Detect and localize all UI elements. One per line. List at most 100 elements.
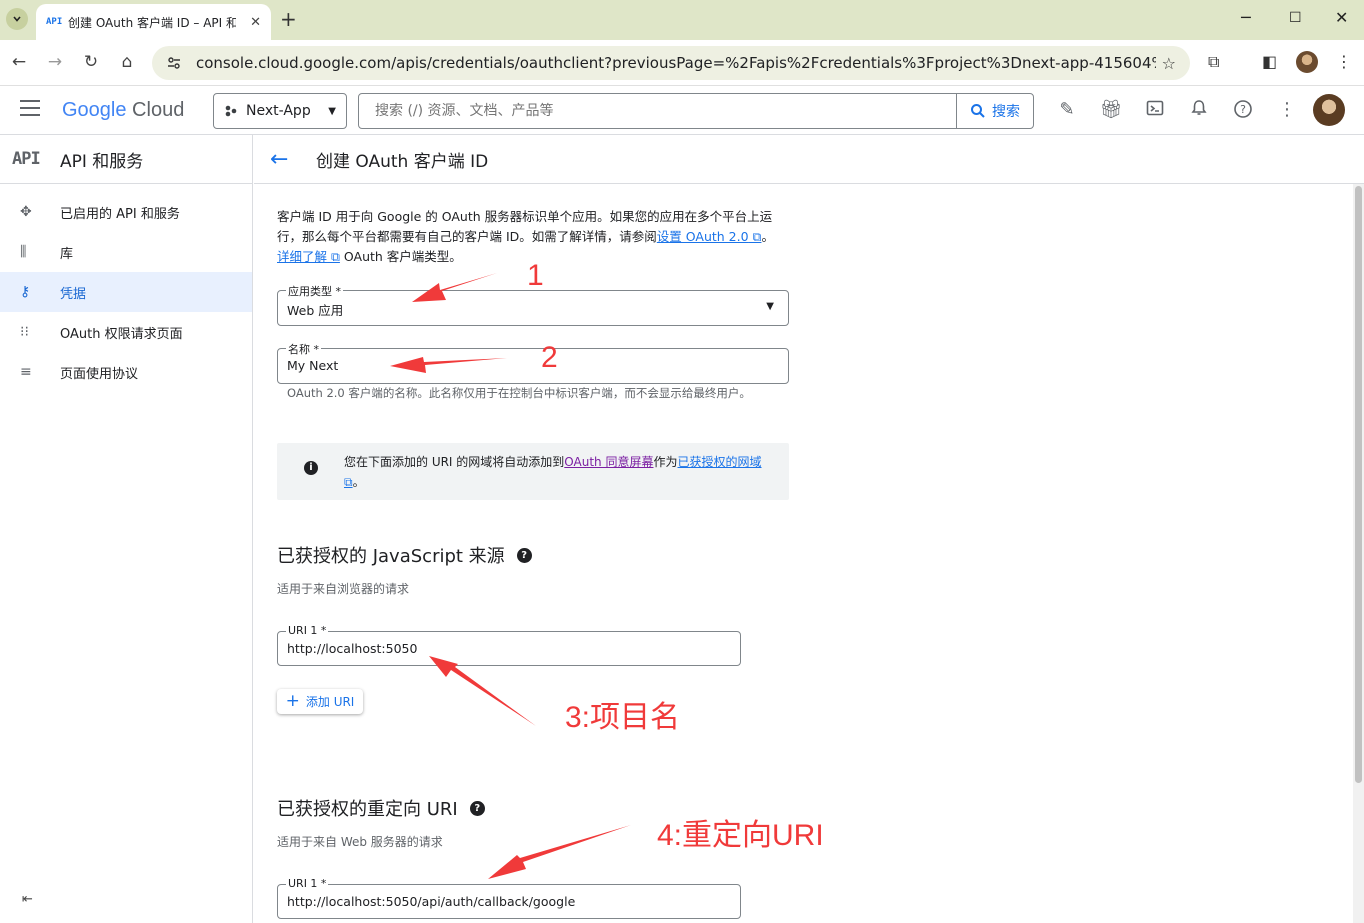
agreement-icon: ≡ — [20, 364, 32, 380]
sidebar-item-oauth-consent[interactable]: ⁝⁝ OAuth 权限请求页面 — [0, 312, 252, 352]
back-arrow-icon[interactable]: ← — [270, 147, 316, 172]
search-icon — [971, 104, 985, 118]
authorized-domains-link-label: 已获授权的网域 — [677, 455, 762, 469]
add-uri-button[interactable]: + 添加 URI — [277, 689, 363, 714]
help-icon[interactable]: ? — [1231, 99, 1255, 124]
name-hint: OAuth 2.0 客户端的名称。此名称仅用于在控制台中标识客户端，而不会显示给… — [287, 386, 751, 400]
sidebar-item-enabled-apis[interactable]: ✥ 已启用的 API 和服务 — [0, 192, 252, 232]
intro-text-3: OAuth 客户端类型。 — [339, 249, 462, 264]
info-text-1: 您在下面添加的 URI 的网域将自动添加到 — [344, 455, 565, 469]
info-banner: i 您在下面添加的 URI 的网域将自动添加到OAuth 同意屏幕作为已获授权的… — [277, 443, 789, 500]
redirect-uri-value: http://localhost:5050/api/auth/callback/… — [287, 894, 576, 909]
chevron-down-icon — [13, 16, 21, 22]
extensions-icon[interactable]: ⧉ — [1208, 52, 1219, 72]
new-tab-button[interactable]: + — [280, 8, 297, 30]
sidebar-item-credentials[interactable]: ⚷ 凭据 — [0, 272, 252, 312]
redirect-uris-subtitle: 适用于来自 Web 服务器的请求 — [277, 835, 443, 849]
google-cloud-logo[interactable]: Google Cloud — [62, 99, 184, 122]
oauth-consent-screen-link[interactable]: OAuth 同意屏幕 — [564, 455, 653, 469]
bookmark-star-icon[interactable]: ☆ — [1162, 54, 1176, 73]
search-button[interactable]: 搜索 — [956, 94, 1033, 128]
library-icon: ⫼ — [20, 244, 27, 260]
project-icon — [225, 105, 237, 117]
sidebar-item-label: 页面使用协议 — [60, 366, 139, 382]
sidebar-item-library[interactable]: ⫼ 库 — [0, 232, 252, 272]
reload-icon[interactable]: ↻ — [80, 52, 102, 72]
close-icon[interactable]: ✕ — [250, 15, 261, 30]
annotation-label-2: 2 — [541, 341, 558, 374]
app-type-select[interactable]: 应用类型 * Web 应用 ▼ — [277, 283, 789, 326]
annotation-arrow-4 — [488, 825, 631, 879]
annotation-label-1: 1 — [527, 259, 544, 292]
help-icon[interactable]: ? — [516, 547, 532, 563]
name-field[interactable]: 名称 * My Next — [277, 341, 789, 384]
redirect-uris-title: 已获授权的重定向 URI — [277, 799, 458, 820]
intro-text: 客户端 ID 用于向 Google 的 OAuth 服务器标识单个应用。如果您的… — [277, 207, 789, 267]
sidebar-title: API 和服务 — [60, 151, 144, 172]
info-icon: i — [304, 461, 318, 475]
external-link-icon: ⧉ — [748, 229, 762, 244]
name-label: 名称 * — [286, 341, 321, 357]
info-text-3: 。 — [352, 475, 365, 489]
site-info-icon[interactable] — [166, 55, 182, 71]
browser-profile-avatar[interactable] — [1296, 51, 1318, 73]
js-origins-subtitle: 适用于来自浏览器的请求 — [277, 582, 410, 596]
more-vert-icon[interactable]: ⋮ — [1275, 99, 1299, 120]
project-selector[interactable]: Next-App ▼ — [213, 93, 347, 129]
minimize-icon[interactable]: ─ — [1241, 8, 1251, 27]
tab-search-button[interactable] — [6, 8, 28, 30]
sidebar-item-label: OAuth 权限请求页面 — [60, 326, 183, 342]
js-origins-title: 已获授权的 JavaScript 来源 — [277, 546, 505, 567]
search-input[interactable] — [359, 94, 955, 128]
app-type-label: 应用类型 * — [286, 283, 343, 299]
setup-oauth-link[interactable]: 设置 OAuth 2.0 ⧉ — [657, 229, 762, 244]
user-avatar[interactable] — [1313, 94, 1345, 126]
cloud-shell-icon[interactable] — [1143, 99, 1167, 122]
js-origin-uri-field[interactable]: URI 1 * http://localhost:5050 — [277, 624, 741, 666]
help-icon[interactable]: ? — [469, 800, 485, 816]
gift-icon[interactable]: 🎁︎ — [1099, 99, 1123, 120]
side-panel-icon[interactable]: ◧ — [1262, 52, 1277, 71]
collapse-sidebar-icon[interactable]: ⇤ — [22, 892, 33, 907]
search-box: 搜索 — [358, 93, 1034, 129]
learn-more-link[interactable]: 详细了解 ⧉ — [277, 249, 340, 264]
scrollbar-thumb[interactable] — [1355, 186, 1362, 783]
sidebar-item-label: 凭据 — [60, 286, 87, 302]
dropdown-arrow-icon: ▼ — [766, 301, 774, 312]
hamburger-menu-icon[interactable] — [20, 100, 40, 121]
tab-title: 创建 OAuth 客户端 ID – API 和 — [68, 15, 236, 30]
key-icon: ⚷ — [20, 284, 31, 300]
api-logo-icon: API — [12, 149, 41, 169]
redirect-uri-field[interactable]: URI 1 * http://localhost:5050/api/auth/c… — [277, 877, 741, 919]
project-name: Next-App — [246, 103, 311, 119]
home-icon[interactable]: ⌂ — [116, 52, 138, 72]
sidebar-item-page-agreement[interactable]: ≡ 页面使用协议 — [0, 352, 252, 392]
api-favicon-icon: API — [46, 17, 63, 27]
browser-toolbar: ← → ↻ ⌂ console.cloud.google.com/apis/cr… — [0, 40, 1364, 86]
intro-text-2: 。 — [761, 229, 774, 244]
notes-edit-icon[interactable]: ✎ — [1055, 99, 1079, 120]
maximize-icon[interactable]: ☐ — [1289, 10, 1302, 26]
browser-menu-icon[interactable]: ⋮ — [1336, 52, 1352, 71]
window-close-icon[interactable]: ✕ — [1335, 8, 1348, 27]
address-bar[interactable]: console.cloud.google.com/apis/credential… — [152, 46, 1190, 80]
sidebar: API API 和服务 ✥ 已启用的 API 和服务 ⫼ 库 ⚷ 凭据 ⁝⁝ O… — [0, 135, 253, 923]
back-icon[interactable]: ← — [8, 52, 30, 72]
js-origin-uri-value: http://localhost:5050 — [287, 641, 418, 656]
external-link-icon: ⧉ — [344, 475, 353, 489]
info-text-2: 作为 — [653, 455, 678, 469]
annotation-arrow-3 — [429, 656, 536, 726]
url-text: console.cloud.google.com/apis/credential… — [196, 54, 1156, 72]
forward-icon[interactable]: → — [44, 52, 66, 72]
browser-tab[interactable]: API 创建 OAuth 客户端 ID – API 和 ✕ — [36, 4, 271, 40]
redirect-uris-heading: 已获授权的重定向 URI ? — [277, 795, 485, 821]
notifications-bell-icon[interactable] — [1187, 99, 1211, 122]
cloud-console-header: Google Cloud Next-App ▼ 搜索 ✎ 🎁︎ ? ⋮ — [0, 86, 1364, 135]
redirect-uri-label: URI 1 * — [286, 877, 329, 890]
dropdown-arrow-icon: ▼ — [328, 105, 336, 117]
logo-cloud-text: Cloud — [126, 99, 185, 121]
annotation-label-4: 4:重定向URI — [657, 819, 824, 852]
annotation-label-3: 3:项目名 — [565, 701, 681, 734]
scrollbar[interactable] — [1353, 184, 1364, 923]
learn-more-link-label: 详细了解 — [277, 249, 328, 264]
